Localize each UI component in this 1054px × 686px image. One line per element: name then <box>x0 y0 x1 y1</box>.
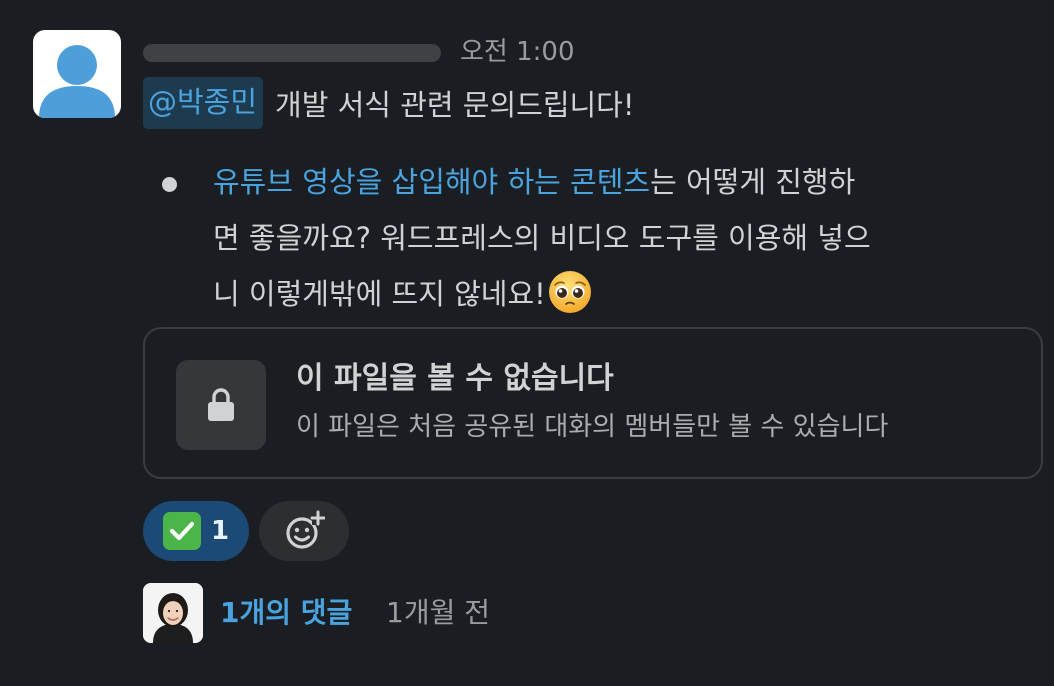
thread-last-reply-time: 1개월 전 <box>386 596 490 629</box>
check-mark-button-icon <box>162 512 201 550</box>
reply-avatar[interactable] <box>143 583 203 643</box>
sender-avatar[interactable] <box>33 30 121 118</box>
file-icon-container <box>176 360 266 450</box>
restricted-file-card[interactable]: 이 파일을 볼 수 없습니다 이 파일은 처음 공유된 대화의 멤버들만 볼 수… <box>143 327 1043 479</box>
bullet-line3: 니 이렇게밖에 뜨지 않네요! <box>213 277 546 311</box>
bullet-line2: 면 좋을까요? 워드프레스의 비디오 도구를 이용해 넣으 <box>213 221 871 255</box>
reply-user-photo <box>143 583 203 643</box>
bullet-link[interactable]: 유튜브 영상을 삽입해야 하는 콘텐츠 <box>213 165 650 199</box>
message-timestamp[interactable]: 오전 1:00 <box>460 36 575 68</box>
lock-icon <box>208 388 234 421</box>
add-reaction-button[interactable] <box>259 501 349 561</box>
message-first-line: @박종민 개발 서식 관련 문의드립니다! <box>143 75 635 131</box>
message-text: 개발 서식 관련 문의드립니다! <box>275 88 635 122</box>
thread-reply-count[interactable]: 1개의 댓글 <box>220 595 352 631</box>
file-card-title: 이 파일을 볼 수 없습니다 <box>296 361 614 396</box>
pleading-face-icon <box>548 271 591 313</box>
sender-name-redacted[interactable] <box>143 44 441 62</box>
bullet-text: 유튜브 영상을 삽입해야 하는 콘텐츠는 어떻게 진행하 면 좋을까요? 워드프… <box>213 154 1053 322</box>
file-card-subtitle: 이 파일은 처음 공유된 대화의 멤버들만 볼 수 있습니다 <box>296 412 889 442</box>
add-emoji-icon <box>286 510 325 549</box>
reaction-count: 1 <box>210 516 230 546</box>
message: 오전 1:00 @박종민 개발 서식 관련 문의드립니다! 유튜브 영상을 삽입… <box>0 0 1054 686</box>
bullet-point <box>162 177 177 192</box>
reaction-check-mark[interactable]: 1 <box>143 501 249 561</box>
default-user-icon <box>39 45 115 118</box>
bullet-line1-rest: 는 어떻게 진행하 <box>650 165 856 199</box>
user-mention[interactable]: @박종민 <box>143 77 264 129</box>
